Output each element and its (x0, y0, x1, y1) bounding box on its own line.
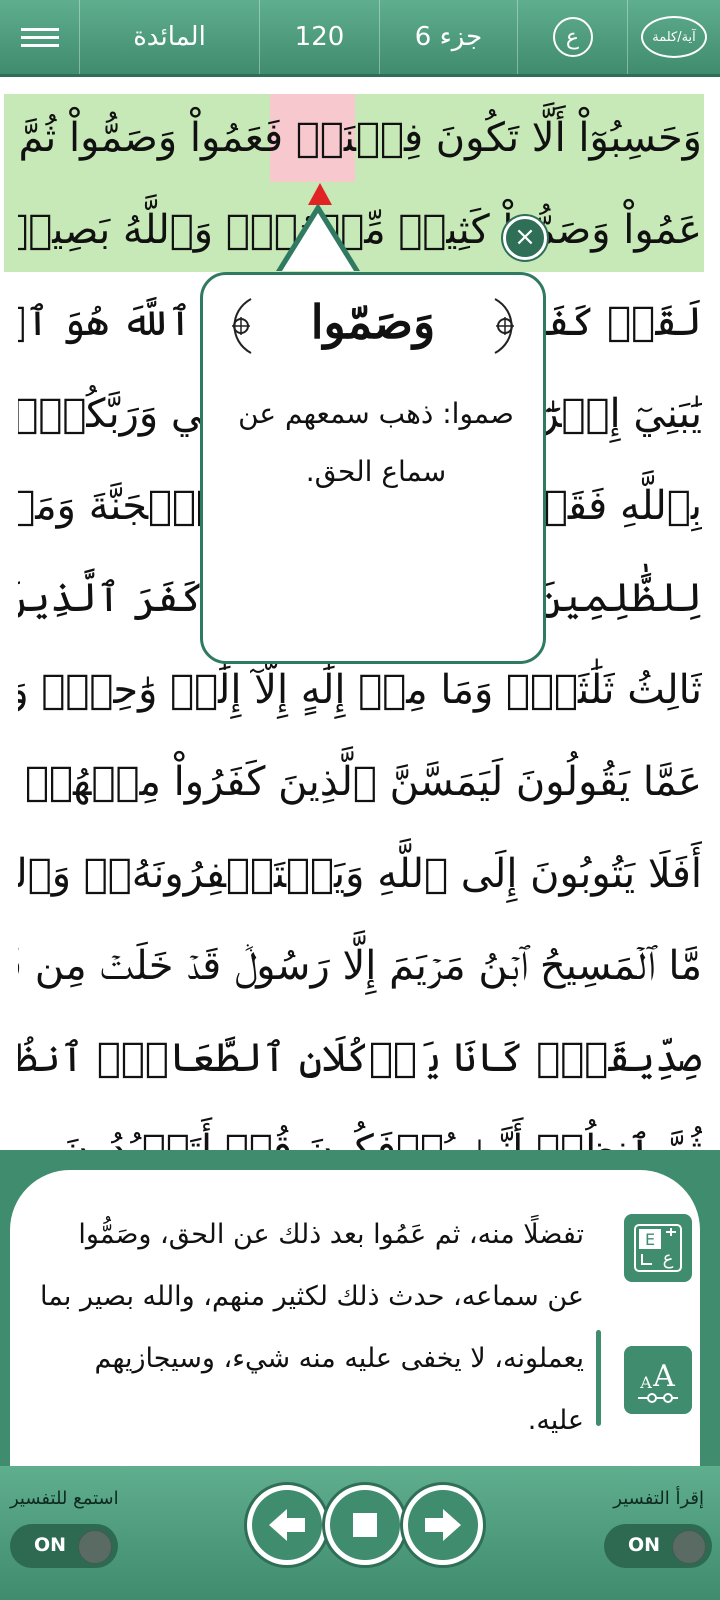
aya-word-toggle[interactable]: آية/كلمة (628, 0, 720, 74)
quran-line-text[interactable]: عَمَّا يَقُولُونَ لَيَمَسَّنَّ ٱلَّذِينَ… (18, 759, 702, 805)
word-marker-icon (308, 183, 332, 205)
next-button[interactable] (400, 1482, 486, 1568)
tafsir-panel: تفضلًا منه، ثم عَمُوا بعد ذلك عن الحق، و… (0, 1150, 720, 1466)
sura-name[interactable]: المائدة (80, 0, 260, 74)
toggle-knob (672, 1530, 706, 1564)
tafsir-card: تفضلًا منه، ثم عَمُوا بعد ذلك عن الحق، و… (10, 1170, 700, 1466)
quran-line-text[interactable]: أَفَلَا يَتُوبُونَ إِلَى ٱللَّهِ وَيَسۡت… (18, 851, 702, 897)
tafsir-scrollbar[interactable] (596, 1330, 601, 1426)
arrow-left-icon (269, 1509, 305, 1541)
toggle-state: ON (628, 1534, 661, 1556)
top-bar: المائدة 120 جزء 6 ع آية/كلمة (0, 0, 720, 77)
quran-line-text[interactable]: ثَالِثُ ثَلَٰثَةٖۘ وَمَا مِنۡ إِلَٰهٍ إِ… (18, 667, 702, 713)
ain-icon: ع (552, 17, 593, 57)
read-tafsir-toggle[interactable]: ON (604, 1524, 712, 1568)
arrow-right-icon (425, 1509, 461, 1541)
page-number[interactable]: 120 (260, 0, 380, 74)
font-size-icon: A A (638, 1359, 678, 1403)
svg-text:A: A (652, 1359, 675, 1394)
quran-line[interactable]: صِدِّيقَةٞۖ كَانَا يَأۡكُلَانِ ٱلطَّعَام… (18, 1012, 702, 1104)
quran-line-text[interactable]: وَحَسِبُوٓاْ أَلَّا تَكُونَ فِتۡنَةٞ فَع… (18, 115, 702, 161)
toggle-state: ON (34, 1534, 67, 1556)
stop-icon (353, 1513, 377, 1537)
quran-line[interactable]: أَفَلَا يَتُوبُونَ إِلَى ٱللَّهِ وَيَسۡت… (18, 828, 702, 920)
quran-line-text[interactable]: مَّا ٱلۡمَسِيحُ ٱبۡنُ مَرۡيَمَ إِلَّا رَ… (18, 943, 702, 989)
stop-button[interactable] (322, 1482, 408, 1568)
juz-label[interactable]: جزء 6 (380, 0, 518, 74)
quran-line[interactable]: وَحَسِبُوٓاْ أَلَّا تَكُونَ فِتۡنَةٞ فَع… (18, 92, 702, 184)
quran-line[interactable]: عَمُواْ وَصَمُّواْ كَثِيرٞ مِّنۡهُمۡۚ وَ… (18, 184, 702, 276)
quran-line[interactable]: عَمَّا يَقُولُونَ لَيَمَسَّنَّ ٱلَّذِينَ… (18, 736, 702, 828)
menu-button[interactable] (0, 0, 80, 74)
quran-line-text[interactable]: صِدِّيقَةٞۖ كَانَا يَأۡكُلَانِ ٱلطَّعَام… (18, 1035, 702, 1081)
read-tafsir-label: إقرأ التفسير (613, 1488, 704, 1509)
word-meaning-popup: وَصَمّوا صموا: ذهب سمعهم عن سماع الحق. (200, 272, 546, 664)
close-popup-button[interactable]: × (503, 216, 547, 260)
quran-line[interactable]: مَّا ٱلۡمَسِيحُ ٱبۡنُ مَرۡيَمَ إِلَّا رَ… (18, 920, 702, 1012)
font-size-button[interactable]: A A (624, 1346, 692, 1414)
translate-button[interactable]: E ع (624, 1214, 692, 1282)
aya-word-icon: آية/كلمة (641, 16, 707, 58)
toggle-knob (78, 1530, 112, 1564)
svg-text:E: E (645, 1230, 655, 1249)
popup-definition: صموا: ذهب سمعهم عن سماع الحق. (238, 397, 514, 488)
bottom-bar: استمع للتفسير إقرأ التفسير ON ON (0, 1466, 720, 1600)
translate-icon: E ع (634, 1224, 682, 1272)
quran-line-text[interactable]: عَمُواْ وَصَمُّواْ كَثِيرٞ مِّنۡهُمۡۚ وَ… (18, 207, 702, 253)
svg-text:ع: ع (663, 1248, 674, 1269)
ain-button[interactable]: ع (518, 0, 628, 74)
previous-button[interactable] (244, 1482, 330, 1568)
listen-tafsir-toggle[interactable]: ON (10, 1524, 118, 1568)
ornament-right-icon (494, 298, 514, 354)
svg-text:A: A (639, 1373, 652, 1392)
listen-tafsir-label: استمع للتفسير (10, 1488, 119, 1509)
hamburger-icon (20, 27, 59, 31)
tafsir-text[interactable]: تفضلًا منه، ثم عَمُوا بعد ذلك عن الحق، و… (38, 1204, 584, 1452)
